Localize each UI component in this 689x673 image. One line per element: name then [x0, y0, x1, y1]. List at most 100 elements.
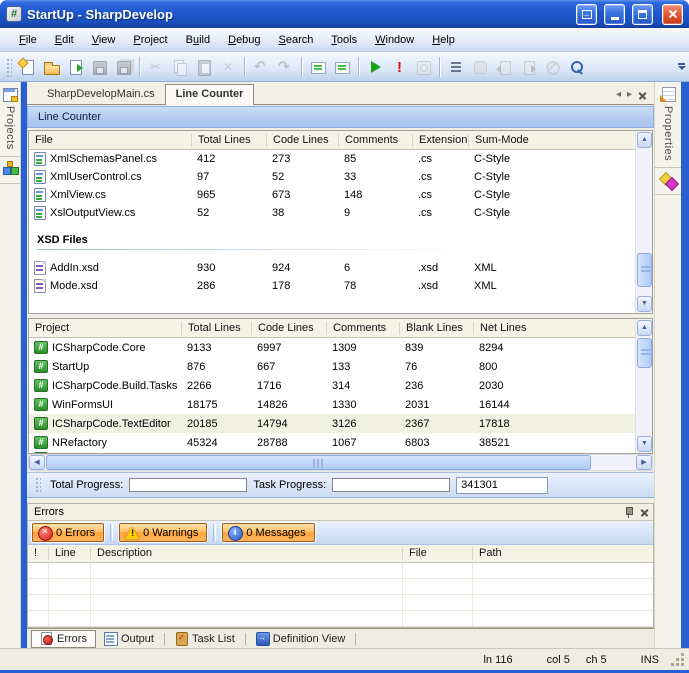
resize-grip[interactable]	[671, 653, 685, 667]
scroll-down-icon[interactable]: ▼	[637, 296, 652, 312]
error-cell	[48, 579, 90, 594]
minimize-button[interactable]	[604, 4, 625, 25]
bookmark-list-button[interactable]	[444, 55, 468, 79]
file-row[interactable]: XslOutputView.cs52389.csC-Style	[29, 204, 635, 222]
cell-code: 1716	[251, 380, 326, 392]
pad-tab-errors[interactable]: Errors	[31, 630, 96, 648]
title-bar[interactable]: # StartUp - SharpDevelop →	[0, 0, 689, 28]
cell-net: 2030	[473, 380, 635, 392]
errors-panel-title-bar[interactable]: Errors	[28, 504, 653, 521]
menu-edit[interactable]: Edit	[46, 31, 83, 49]
project-row[interactable]: #ICSharpCode.Core9133699713098398294	[29, 338, 635, 357]
abort-button[interactable]	[387, 55, 411, 79]
file-row[interactable]: XmlSchemasPanel.cs41227385.csC-Style	[29, 150, 635, 168]
menu-help[interactable]: Help	[423, 31, 464, 49]
menu-window[interactable]: Window	[366, 31, 423, 49]
abort-icon	[391, 59, 407, 75]
maximize-button[interactable]	[632, 4, 653, 25]
cell-ext: .cs	[412, 207, 468, 219]
projects-table-scrollbar[interactable]: ▲ ▼	[635, 319, 652, 453]
close-button[interactable]	[662, 4, 683, 25]
float-button[interactable]: →	[576, 4, 597, 25]
errors-panel-title: Errors	[34, 506, 64, 518]
project-row[interactable]: #NRefactory45324287881067680338521	[29, 433, 635, 452]
tab-label: Task List	[192, 633, 235, 645]
pad-tab-definition-view[interactable]: Definition View	[248, 630, 354, 648]
cell-text: XmlSchemasPanel.cs	[50, 153, 157, 165]
close-icon	[667, 8, 679, 20]
toolbar-grip[interactable]	[5, 57, 12, 77]
pad-tab-output[interactable]: Output	[96, 630, 162, 648]
project-row[interactable]: #ICSharpCode.TextEditor20185147943126236…	[29, 414, 635, 433]
column-header-severity: !	[28, 547, 48, 560]
pad-tab-strip: ErrorsOutput Task List Definition View	[27, 628, 654, 648]
tab-sharpdevelopmain-cs[interactable]: SharpDevelopMain.cs	[37, 85, 165, 104]
menu-debug[interactable]: Debug	[219, 31, 269, 49]
pin-icon[interactable]	[624, 507, 633, 518]
sidebar-item-properties[interactable]: Properties	[655, 82, 681, 168]
project-row[interactable]: #ICSharpCode.Build.Tasks2266171631423620…	[29, 376, 635, 395]
new-file-icon	[19, 59, 35, 75]
cell-code: 6997	[251, 342, 326, 354]
scrollbar-thumb[interactable]	[637, 338, 652, 368]
cell-comments: 314	[326, 380, 399, 392]
cell-comments: 1309	[326, 342, 399, 354]
project-row[interactable]: #StartUp87666713376800	[29, 357, 635, 376]
menu-build[interactable]: Build	[177, 31, 219, 49]
file-icon	[34, 261, 46, 275]
toolbar-grip[interactable]	[34, 476, 41, 494]
file-row[interactable]: AddIn.xsd9309246.xsdXML	[29, 259, 635, 277]
cell-total: 286	[191, 280, 266, 292]
sidebar-item-toolbox[interactable]	[655, 168, 681, 195]
scroll-left-icon[interactable]: ◀	[29, 455, 45, 470]
tab-line-counter[interactable]: Line Counter	[165, 84, 255, 105]
horizontal-scrollbar[interactable]: ◀ ▶	[28, 454, 653, 471]
project-row-clipped[interactable]: #	[29, 452, 635, 453]
sidebar-item-projects[interactable]: Projects	[0, 82, 20, 157]
close-panel-icon[interactable]	[640, 508, 649, 517]
file-row[interactable]: XmlUserControl.cs975233.csC-Style	[29, 168, 635, 186]
file-row[interactable]: Mode.xsd28617878.xsdXML	[29, 277, 635, 295]
tab-scroll-right-icon[interactable]: ▸	[627, 90, 632, 100]
file-row[interactable]: XmlView.cs965673148.csC-Style	[29, 186, 635, 204]
menu-project[interactable]: Project	[124, 31, 176, 49]
open-file-button[interactable]	[39, 55, 63, 79]
uncomment-region-button[interactable]	[330, 55, 354, 79]
open-with-icon	[67, 59, 83, 75]
scroll-up-icon[interactable]: ▲	[637, 320, 652, 336]
cell-text: ICSharpCode.Build.Tasks	[52, 380, 177, 392]
tab-scroll-left-icon[interactable]: ◂	[616, 90, 621, 100]
cell-text: ICSharpCode.Core	[52, 342, 146, 354]
run-button[interactable]	[363, 55, 387, 79]
filter-messages-button[interactable]: 0 Messages	[222, 523, 314, 542]
menu-file[interactable]: File	[10, 31, 46, 49]
files-table-scrollbar[interactable]: ▲ ▼	[635, 131, 652, 313]
comment-region-button[interactable]	[306, 55, 330, 79]
toggle-bookmark-icon	[472, 59, 488, 75]
error-cell	[90, 595, 402, 610]
scroll-right-icon[interactable]: ▶	[636, 455, 652, 470]
menu-tools[interactable]: Tools	[322, 31, 366, 49]
scrollbar-thumb[interactable]	[46, 455, 591, 470]
view-title: Line Counter	[38, 111, 101, 123]
errors-list-header[interactable]: !LineDescriptionFilePath	[28, 545, 653, 563]
menu-search[interactable]: Search	[270, 31, 323, 49]
files-table-header[interactable]: FileTotal LinesCode LinesCommentsExtensi…	[29, 131, 635, 150]
menu-view[interactable]: View	[83, 31, 125, 49]
filter-errors-button[interactable]: 0 Errors	[32, 523, 104, 542]
sidebar-item-classes[interactable]	[0, 157, 20, 184]
filter-warnings-button[interactable]: 0 Warnings	[119, 523, 207, 542]
toolbar-overflow-button[interactable]	[676, 54, 687, 80]
new-file-button[interactable]	[15, 55, 39, 79]
file-icon	[34, 152, 46, 166]
search-button[interactable]	[564, 55, 588, 79]
scrollbar-thumb[interactable]	[637, 253, 652, 287]
column-header-total-lines: Total Lines	[191, 134, 266, 147]
pad-tab-task-list[interactable]: Task List	[167, 630, 243, 648]
open-with-button[interactable]	[63, 55, 87, 79]
scroll-down-icon[interactable]: ▼	[637, 436, 652, 452]
projects-table-header[interactable]: ProjectTotal LinesCode LinesCommentsBlan…	[29, 319, 635, 338]
project-row[interactable]: #WinFormsUI18175148261330203116144	[29, 395, 635, 414]
scroll-up-icon[interactable]: ▲	[637, 132, 652, 148]
tab-close-icon[interactable]	[638, 91, 646, 99]
